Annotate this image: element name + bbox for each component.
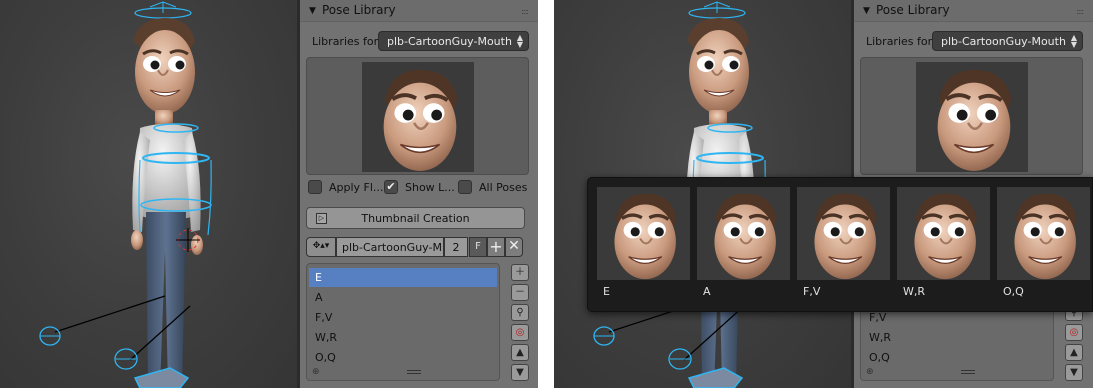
collapse-triangle-icon[interactable]: ▼ [863, 6, 870, 16]
move-up-icon[interactable]: ▲ [511, 344, 529, 361]
filter-options-icon[interactable]: ⊕ [312, 367, 320, 377]
panel-title: Pose Library [876, 3, 950, 17]
fake-user-toggle[interactable]: F [469, 237, 487, 257]
list-item[interactable]: E [309, 268, 497, 287]
pose-thumbnail-image [697, 187, 790, 280]
list-item[interactable]: F,V [309, 308, 497, 327]
drag-grip-icon[interactable]: :::: [1076, 7, 1084, 16]
move-down-icon[interactable]: ▼ [511, 364, 529, 381]
3d-viewport[interactable] [0, 0, 297, 388]
pose-library-panel: ▼ Pose Library :::: Libraries for plb-Ca… [300, 0, 538, 388]
character-rig[interactable] [0, 0, 297, 388]
apply-pose-target-icon[interactable]: ◎ [511, 324, 529, 341]
rename-magnifier-icon[interactable]: ⚲ [511, 304, 529, 321]
pose-thumbnail-label: A [703, 285, 711, 298]
add-pose-icon[interactable]: ＋ [511, 264, 529, 281]
pose-thumbnail-item[interactable]: O,Q [997, 187, 1090, 307]
libraries-for-label: Libraries for [312, 35, 379, 48]
checkbox-label: Show L... [405, 181, 455, 194]
remove-pose-icon[interactable]: － [511, 284, 529, 301]
datablock-name-field[interactable]: plb-CartoonGuy-M... [336, 237, 444, 257]
move-down-icon[interactable]: ▼ [1065, 364, 1083, 381]
pose-thumbnail-item[interactable]: E [597, 187, 690, 307]
pose-thumbnail-label: F,V [803, 285, 821, 298]
thumbnail-creation-button[interactable]: ▷ Thumbnail Creation [306, 207, 525, 229]
pose-thumbnail-popup: E A F,V W,R O,Q [587, 177, 1093, 312]
checkbox-icon [458, 180, 472, 194]
pose-thumbnail-image [997, 187, 1090, 280]
pose-thumbnail-label: E [603, 285, 610, 298]
list-resize-handle[interactable] [407, 370, 421, 374]
pose-library-icon[interactable]: ✥▴▾ [306, 237, 336, 257]
add-datablock-icon[interactable]: + [487, 237, 505, 257]
pose-thumbnail-item[interactable]: A [697, 187, 790, 307]
library-select-value: plb-CartoonGuy-Mouth [941, 35, 1066, 48]
pose-preview-image [916, 62, 1028, 172]
libraries-for-label: Libraries for [866, 35, 933, 48]
unlink-x-icon[interactable]: ✕ [505, 237, 523, 257]
library-select[interactable]: plb-CartoonGuy-Mouth ▲ ▼ [378, 31, 529, 51]
pose-thumbnail-item[interactable]: W,R [897, 187, 990, 307]
filter-options-icon[interactable]: ⊕ [866, 367, 874, 377]
list-item[interactable]: A [309, 288, 497, 307]
list-item[interactable]: W,R [863, 328, 1051, 347]
checkmark-icon: ✔ [384, 180, 398, 194]
pose-thumbnail-label: W,R [903, 285, 926, 298]
panel-header[interactable]: ▼ Pose Library :::: [300, 0, 538, 22]
list-item[interactable]: O,Q [309, 348, 497, 367]
list-item[interactable]: W,R [309, 328, 497, 347]
checkbox-label: Apply Fl... [329, 181, 384, 194]
drag-grip-icon[interactable]: :::: [521, 7, 529, 16]
pose-thumbnail-label: O,Q [1003, 285, 1024, 298]
updown-arrows-icon: ▲ ▼ [1070, 33, 1077, 49]
library-select[interactable]: plb-CartoonGuy-Mouth ▲ ▼ [932, 31, 1083, 51]
thumbnail-creation-label: Thumbnail Creation [361, 212, 470, 225]
apply-pose-target-icon[interactable]: ◎ [1065, 324, 1083, 341]
library-select-value: plb-CartoonGuy-Mouth [387, 35, 512, 48]
pose-thumbnail-item[interactable]: F,V [797, 187, 890, 307]
pose-thumbnail-image [897, 187, 990, 280]
pose-thumbnail-image [597, 187, 690, 280]
user-count[interactable]: 2 [444, 237, 468, 257]
pose-list[interactable]: E A F,V W,R O,Q ⊕ [306, 263, 500, 381]
list-resize-handle[interactable] [961, 370, 975, 374]
pose-preview[interactable] [306, 57, 529, 175]
panel-header[interactable]: ▼ Pose Library :::: [854, 0, 1093, 22]
play-triangle-icon: ▷ [316, 213, 327, 224]
checkbox-label: All Poses [479, 181, 528, 194]
pose-preview-image [362, 62, 474, 172]
move-up-icon[interactable]: ▲ [1065, 344, 1083, 361]
collapse-triangle-icon[interactable]: ▼ [309, 6, 316, 16]
list-side-buttons: ＋ － ⚲ ◎ ▲ ▼ [511, 264, 529, 384]
updown-arrows-icon: ▲ ▼ [516, 33, 523, 49]
checkbox-icon [308, 180, 322, 194]
pose-preview[interactable] [860, 57, 1083, 175]
left-screenshot: ▼ Pose Library :::: Libraries for plb-Ca… [0, 0, 538, 388]
pose-thumbnail-image [797, 187, 890, 280]
panel-title: Pose Library [322, 3, 396, 17]
list-item[interactable]: O,Q [863, 348, 1051, 367]
